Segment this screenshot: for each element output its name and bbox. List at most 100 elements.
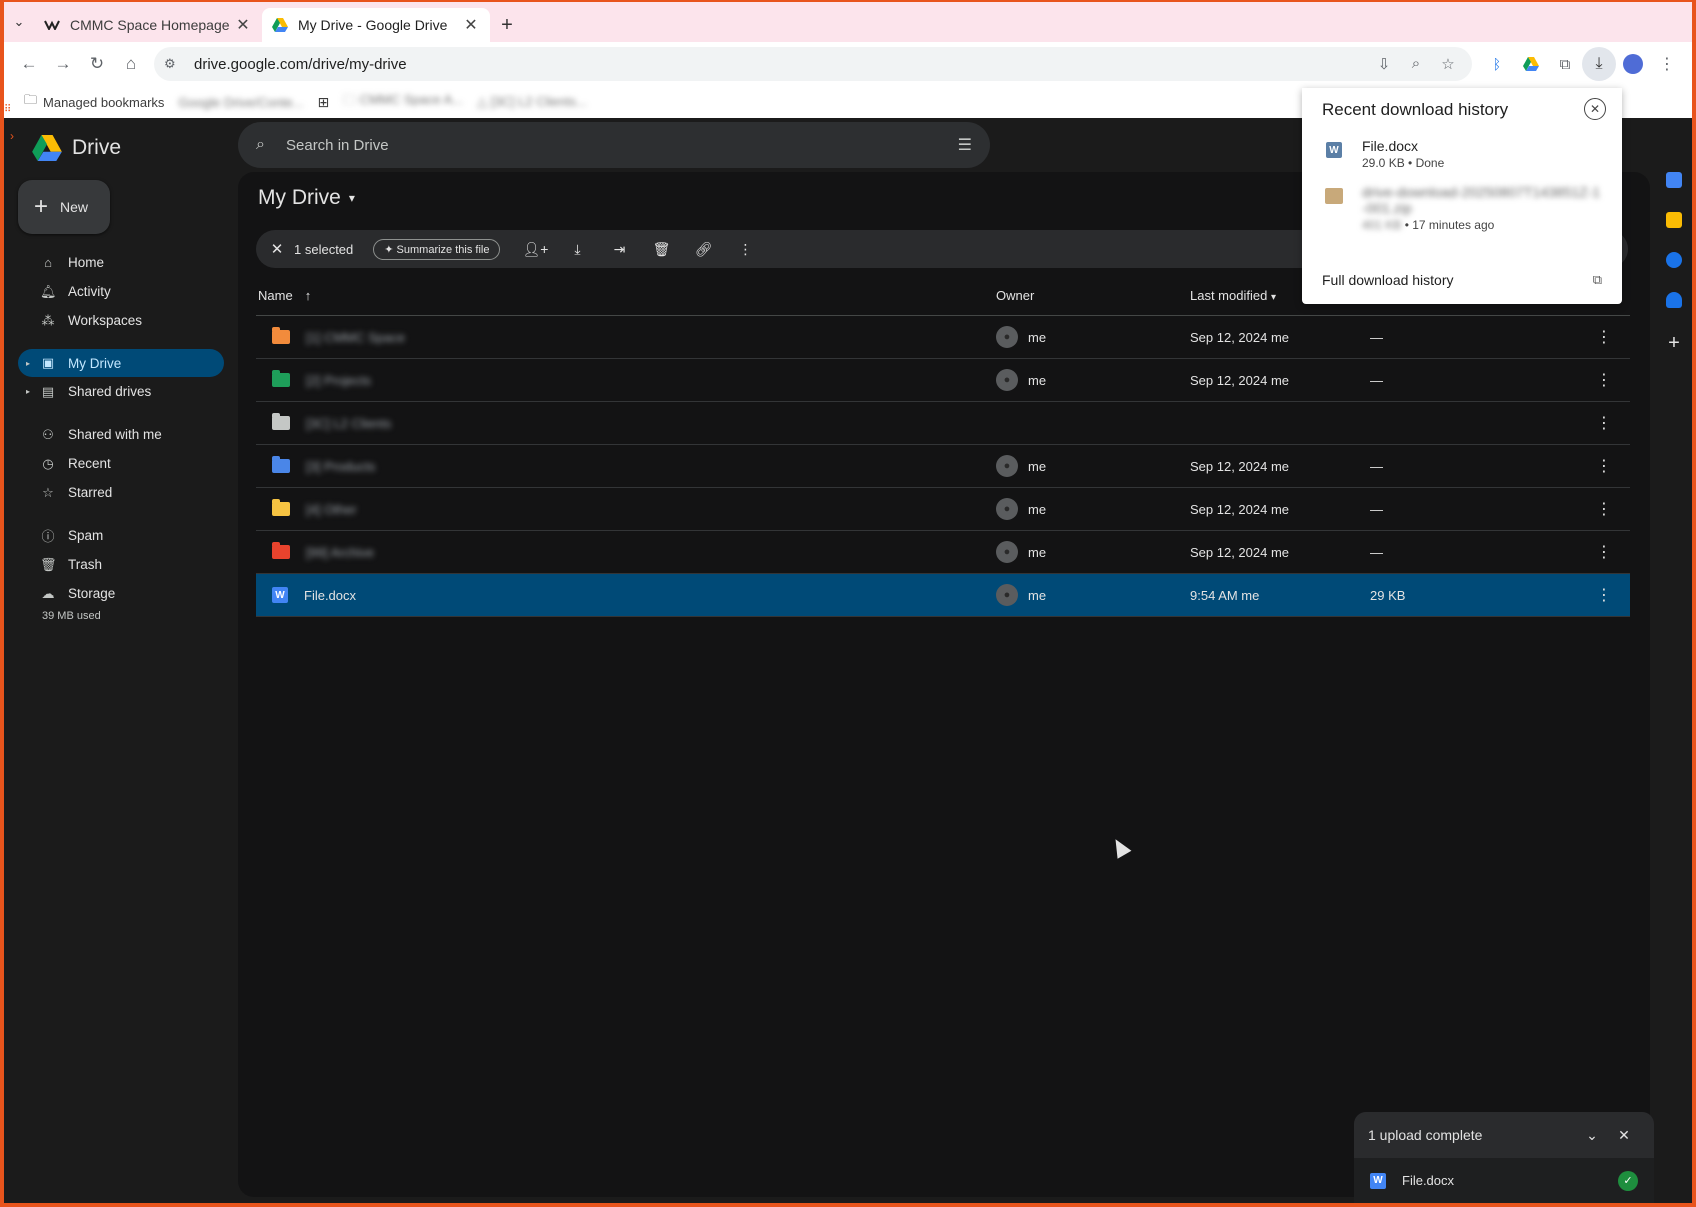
name-column-header[interactable]: Name ↑	[256, 288, 996, 303]
download-item[interactable]: drive-download-20250807T143851Z-1-001.zi…	[1322, 184, 1602, 232]
page-title[interactable]: My Drive ▾	[258, 186, 355, 210]
tab-my-drive[interactable]: My Drive - Google Drive ✕	[262, 8, 490, 42]
calendar-icon[interactable]	[1666, 172, 1682, 188]
nav-shared-drives[interactable]: ▸ ▤ Shared drives	[18, 377, 224, 406]
address-bar[interactable]: ⚙ drive.google.com/drive/my-drive ⇩ ⌕ ☆	[154, 47, 1472, 81]
nav-activity[interactable]: 🔔︎ Activity	[18, 277, 224, 306]
upload-item[interactable]: W File.docx ✓	[1354, 1158, 1654, 1203]
nav-workspaces[interactable]: ⁂ Workspaces	[18, 306, 224, 335]
table-row[interactable]: W File.docx ● me 9:54 AM me 29 KB ⋮	[256, 574, 1630, 617]
nav-my-drive[interactable]: ▸ ▣ My Drive	[18, 349, 224, 377]
full-download-history-link[interactable]: Full download history	[1322, 272, 1454, 288]
close-popup-icon[interactable]: ✕	[1584, 98, 1606, 120]
contacts-icon[interactable]	[1666, 292, 1682, 308]
browser-window: ⌄ CMMC Space Homepage ✕ My Drive - Googl…	[4, 2, 1692, 1203]
profile-avatar[interactable]	[1616, 47, 1650, 81]
more-actions-icon[interactable]: ⋮	[726, 241, 764, 258]
tab-cmmc-space[interactable]: CMMC Space Homepage ✕	[34, 8, 262, 42]
add-addon-icon[interactable]: +	[1656, 332, 1692, 355]
drive-logo[interactable]: Drive	[32, 126, 121, 170]
expand-caret-icon[interactable]: ▸	[26, 359, 30, 368]
nav-starred[interactable]: ☆ Starred	[18, 478, 224, 507]
table-row[interactable]: [3] Products ● me Sep 12, 2024 me — ⋮	[256, 445, 1630, 488]
move-icon[interactable]: ⇥	[600, 241, 638, 258]
bookmark-blurred[interactable]: Google Drive/Conte...	[178, 95, 303, 110]
file-name: [2] Projects	[306, 372, 372, 388]
table-row[interactable]: [2] Projects ● me Sep 12, 2024 me — ⋮	[256, 359, 1630, 402]
sort-arrow-icon[interactable]: ↑	[305, 288, 312, 303]
new-button[interactable]: + New	[18, 180, 110, 234]
open-external-icon[interactable]: ⧉	[1593, 272, 1602, 288]
collapse-chevron-icon[interactable]: ⌄	[1576, 1127, 1608, 1144]
nav-recent[interactable]: ◷ Recent	[18, 449, 224, 478]
forward-icon[interactable]: →	[46, 47, 80, 81]
row-more-icon[interactable]: ⋮	[1570, 585, 1630, 605]
nav-spam[interactable]: ⓘ Spam	[18, 521, 224, 550]
owner-column-header[interactable]: Owner	[996, 288, 1190, 303]
table-row[interactable]: [1] CMMC Space ● me Sep 12, 2024 me — ⋮	[256, 316, 1630, 359]
popup-title: Recent download history	[1322, 100, 1509, 119]
tab-close-icon[interactable]: ✕	[234, 15, 252, 35]
folder-icon	[272, 542, 290, 559]
nav-storage[interactable]: ☁ Storage	[18, 579, 224, 608]
download-item[interactable]: W File.docx 29.0 KB • Done	[1322, 138, 1444, 170]
row-more-icon[interactable]: ⋮	[1570, 370, 1630, 390]
nav-home[interactable]: ⌂ Home	[18, 248, 224, 277]
back-icon[interactable]: ←	[12, 47, 46, 81]
bookmark-star-icon[interactable]: ☆	[1434, 55, 1462, 73]
row-more-icon[interactable]: ⋮	[1570, 456, 1630, 476]
install-app-icon[interactable]: ⇩	[1370, 55, 1398, 73]
nav-shared-with-me[interactable]: ⚇ Shared with me	[18, 420, 224, 449]
tab-close-icon[interactable]: ✕	[462, 15, 480, 35]
tasks-icon[interactable]	[1666, 252, 1682, 268]
row-more-icon[interactable]: ⋮	[1570, 542, 1630, 562]
extensions-puzzle-icon[interactable]: ⧉	[1548, 47, 1582, 81]
trash-icon: 🗑︎	[40, 556, 57, 572]
clear-selection-icon[interactable]: ✕	[264, 240, 290, 258]
url-text[interactable]: drive.google.com/drive/my-drive	[194, 56, 1370, 73]
expand-chevron-icon[interactable]: ›	[10, 129, 24, 143]
summarize-button[interactable]: ✦ Summarize this file	[373, 238, 501, 260]
bookmark-blurred[interactable]: △ [3C] L2 Clients...	[477, 94, 587, 110]
table-row[interactable]: [99] Archive ● me Sep 12, 2024 me — ⋮	[256, 531, 1630, 574]
share-icon[interactable]: 👤︎+	[516, 241, 554, 258]
extension-drive-icon[interactable]	[1514, 47, 1548, 81]
word-file-icon: W	[1370, 1172, 1386, 1189]
site-info-icon[interactable]: ⚙	[164, 56, 186, 72]
drive-search-input[interactable]: ⌕ Search in Drive ☰	[238, 122, 990, 168]
home-icon[interactable]: ⌂	[114, 47, 148, 81]
word-file-icon: W	[1322, 138, 1346, 162]
cloud-icon: ☁	[41, 585, 55, 601]
row-more-icon[interactable]: ⋮	[1570, 499, 1630, 519]
table-row[interactable]: [4] Other ● me Sep 12, 2024 me — ⋮	[256, 488, 1630, 531]
new-tab-button[interactable]: +	[490, 8, 524, 42]
browser-menu-icon[interactable]: ⋮	[1650, 47, 1684, 81]
link-icon[interactable]: 🔗︎	[684, 241, 722, 258]
expand-caret-icon[interactable]: ▸	[26, 387, 30, 396]
downloads-icon[interactable]: ⤓	[1582, 47, 1616, 81]
download-icon[interactable]: ⤓	[558, 241, 596, 258]
tab-search-button[interactable]: ⌄	[4, 2, 34, 42]
table-row[interactable]: [3C] L2 Clients ⋮	[256, 402, 1630, 445]
modified-cell: 9:54 AM me	[1190, 587, 1260, 603]
extension-bluetooth-icon[interactable]: ᛒ	[1480, 47, 1514, 81]
managed-bookmarks-folder[interactable]: 🗀 Managed bookmarks	[24, 91, 164, 113]
bookmark-blurred[interactable]: 🗀 CMMC Space A...	[343, 91, 463, 113]
search-icon: ⌕	[256, 136, 265, 153]
close-icon[interactable]: ✕	[1608, 1127, 1640, 1144]
keep-icon[interactable]	[1666, 212, 1682, 228]
row-more-icon[interactable]: ⋮	[1570, 327, 1630, 347]
right-side-panel: +	[1656, 172, 1692, 572]
file-name: [3C] L2 Clients	[306, 415, 392, 431]
zoom-icon[interactable]: ⌕	[1402, 55, 1430, 73]
apps-launcher-icon[interactable]: ⠿	[4, 104, 24, 115]
reload-icon[interactable]: ↻	[80, 47, 114, 81]
tab-title: CMMC Space Homepage	[70, 17, 230, 33]
apps-grid-icon[interactable]: ⊞	[317, 94, 329, 111]
trash-icon[interactable]: 🗑︎	[642, 241, 680, 258]
nav-trash[interactable]: 🗑︎ Trash	[18, 550, 224, 579]
row-more-icon[interactable]: ⋮	[1570, 413, 1630, 433]
file-name: [99] Archive	[306, 544, 374, 560]
size-cell: —	[1370, 544, 1383, 560]
search-options-icon[interactable]: ☰	[958, 135, 972, 155]
